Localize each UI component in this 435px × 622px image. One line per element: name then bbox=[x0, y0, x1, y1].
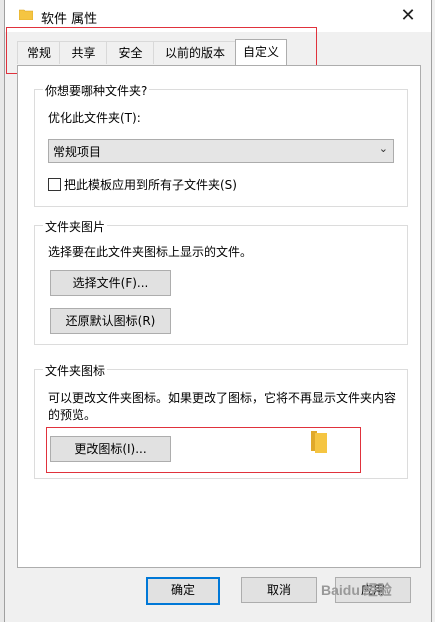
properties-dialog: 软件 属性 ✕ 常规 共享 安全 以前的版本 自定义 你想要哪种文件夹? 优化此… bbox=[4, 0, 432, 622]
apply-to-subfolders-checkbox[interactable] bbox=[48, 178, 61, 191]
folder-icon-description-line2: 的预览。 bbox=[48, 408, 97, 422]
folder-icon-group-title: 文件夹图标 bbox=[43, 362, 108, 379]
window-title: 软件 属性 bbox=[41, 12, 98, 27]
chevron-down-icon: ⌄ bbox=[378, 142, 388, 155]
watermark-logo: Baidu 经验 bbox=[321, 582, 392, 598]
optimize-label: 优化此文件夹(T): bbox=[48, 111, 141, 125]
choose-file-button[interactable]: 选择文件(F)... bbox=[50, 270, 171, 296]
restore-default-button[interactable]: 还原默认图标(R) bbox=[50, 308, 171, 334]
optimize-select[interactable]: 常规项目 ⌄ bbox=[48, 139, 394, 163]
folder-picture-group-title: 文件夹图片 bbox=[43, 218, 108, 235]
optimize-select-value: 常规项目 bbox=[53, 145, 102, 159]
folder-picture-description: 选择要在此文件夹图标上显示的文件。 bbox=[48, 245, 253, 259]
folder-icon-description-line1: 可以更改文件夹图标。如果更改了图标，它将不再显示文件夹内容 bbox=[48, 391, 397, 405]
close-button[interactable]: ✕ bbox=[385, 0, 431, 32]
cancel-button[interactable]: 取消 bbox=[241, 577, 317, 603]
apply-to-subfolders-label[interactable]: 把此模板应用到所有子文件夹(S) bbox=[64, 176, 237, 193]
tab-customize[interactable]: 自定义 bbox=[235, 39, 287, 65]
folder-icon bbox=[19, 9, 33, 20]
folder-preview-icon bbox=[311, 431, 327, 453]
close-icon[interactable]: ✕ bbox=[400, 5, 415, 26]
customize-panel: 你想要哪种文件夹? 优化此文件夹(T): 常规项目 ⌄ 把此模板应用到所有子文件… bbox=[17, 65, 421, 568]
ok-button[interactable]: 确定 bbox=[146, 577, 220, 605]
folder-type-group-title: 你想要哪种文件夹? bbox=[43, 82, 150, 99]
